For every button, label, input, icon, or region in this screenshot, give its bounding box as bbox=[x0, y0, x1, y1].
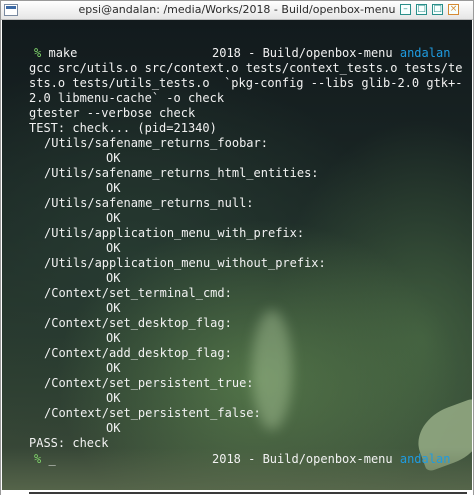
maximize-button[interactable]: □ bbox=[432, 4, 443, 15]
test-result: OK bbox=[106, 301, 121, 315]
test-name: /Context/set_desktop_flag: bbox=[44, 316, 232, 330]
test-result: OK bbox=[106, 331, 121, 345]
title-bar[interactable]: epsi@andalan: /media/Works/2018 - Build/… bbox=[1, 1, 473, 20]
output-line: sts.o tests/utils_tests.o `pkg-config --… bbox=[29, 76, 463, 90]
minimize-button[interactable]: – bbox=[400, 4, 411, 15]
horizontal-scrollbar[interactable] bbox=[29, 492, 467, 494]
test-name: /Utils/safename_returns_html_entities: bbox=[44, 166, 319, 180]
prompt-line: % make bbox=[34, 46, 77, 61]
test-result: OK bbox=[106, 271, 121, 285]
terminal-area[interactable]: % make 2018 - Build/openbox-menu andalan… bbox=[2, 20, 472, 490]
test-result: OK bbox=[106, 211, 121, 225]
test-name: /Utils/safename_returns_foobar: bbox=[44, 136, 268, 150]
output-line: gcc src/utils.o src/context.o tests/cont… bbox=[29, 61, 463, 75]
right-prompt: 2018 - Build/openbox-menu andalan bbox=[212, 46, 450, 61]
terminal-app-icon[interactable] bbox=[4, 4, 18, 16]
right-prompt-host: andalan bbox=[399, 452, 451, 466]
test-name: /Context/set_terminal_cmd: bbox=[44, 286, 232, 300]
close-button[interactable]: × bbox=[448, 4, 459, 15]
right-prompt-host: andalan bbox=[399, 46, 451, 60]
text-cursor: _ bbox=[48, 452, 56, 466]
test-result: OK bbox=[106, 241, 121, 255]
test-name: /Utils/application_menu_with_prefix: bbox=[44, 226, 305, 240]
terminal-window: epsi@andalan: /media/Works/2018 - Build/… bbox=[0, 0, 474, 495]
output-line: TEST: check... (pid=21340) bbox=[29, 121, 217, 135]
prompt-symbol: % bbox=[34, 452, 42, 466]
right-prompt-path: 2018 - Build/openbox-menu bbox=[212, 452, 393, 466]
summary-line: PASS: check bbox=[29, 436, 109, 450]
right-prompt: 2018 - Build/openbox-menu andalan bbox=[212, 452, 450, 467]
right-prompt-path: 2018 - Build/openbox-menu bbox=[212, 46, 393, 60]
test-name: /Context/set_persistent_true: bbox=[44, 376, 254, 390]
test-name: /Utils/application_menu_without_prefix: bbox=[44, 256, 326, 270]
test-result: OK bbox=[106, 391, 121, 405]
test-name: /Context/set_persistent_false: bbox=[44, 406, 261, 420]
command-text: make bbox=[48, 46, 78, 60]
test-name: /Context/add_desktop_flag: bbox=[44, 346, 232, 360]
test-result: OK bbox=[106, 181, 121, 195]
output-line: 2.0 libmenu-cache` -o check bbox=[29, 91, 225, 105]
test-result: OK bbox=[106, 151, 121, 165]
test-name: /Utils/safename_returns_null: bbox=[44, 196, 254, 210]
test-result: OK bbox=[106, 421, 121, 435]
prompt-symbol: % bbox=[34, 46, 42, 60]
test-result: OK bbox=[106, 361, 121, 375]
restore-button[interactable]: □ bbox=[416, 4, 427, 15]
output-line: gtester --verbose check bbox=[29, 106, 196, 120]
final-prompt-line: % _ bbox=[34, 452, 56, 467]
